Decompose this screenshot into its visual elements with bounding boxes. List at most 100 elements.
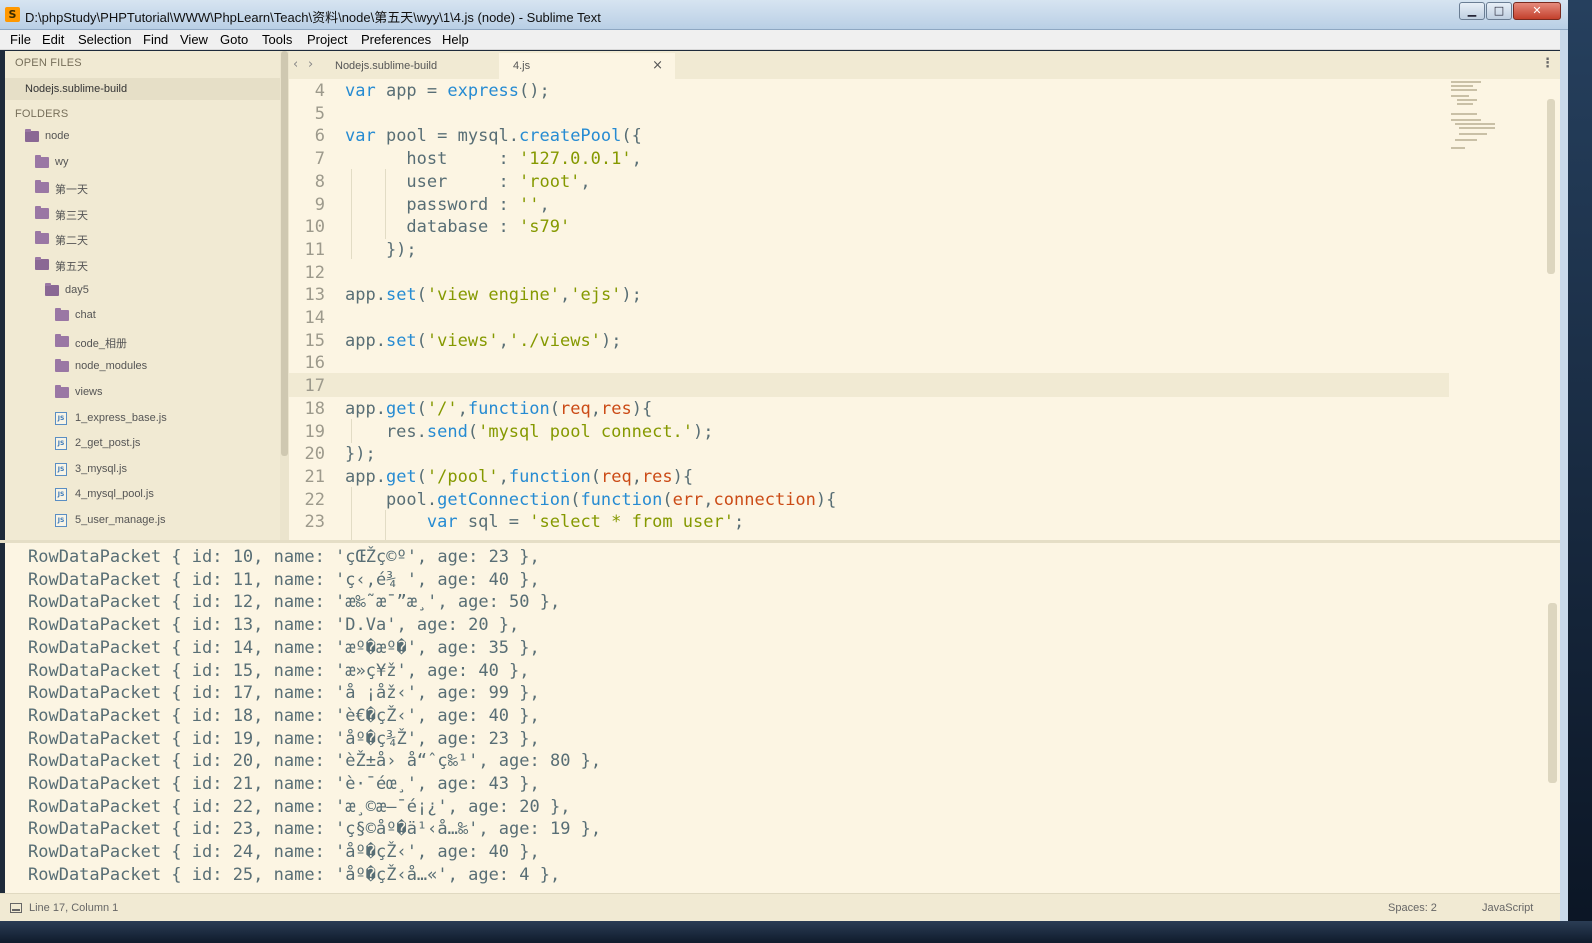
folders-header: FOLDERS: [15, 108, 69, 120]
folder-item[interactable]: 第一天: [5, 179, 280, 199]
folder-icon: [55, 308, 69, 321]
code-line: app.set('view engine','ejs');: [345, 285, 642, 305]
output-line: RowDataPacket { id: 24, name: 'åº�çŽ‹', …: [28, 842, 540, 862]
code-line: password : '',: [345, 195, 550, 215]
tab-nodejs-sublime-build[interactable]: Nodejs.sublime-build: [321, 53, 499, 79]
panel-toggle-icon[interactable]: [10, 903, 22, 913]
code-line: var app = express();: [345, 81, 550, 101]
output-line: RowDataPacket { id: 25, name: 'åº�çŽ‹å…«…: [28, 865, 561, 885]
code-line: user : 'root',: [345, 172, 591, 192]
line-number: 22: [304, 490, 325, 510]
folder-item[interactable]: views: [5, 384, 280, 404]
folder-open-icon: [45, 283, 59, 296]
syntax-selector[interactable]: JavaScript: [1482, 902, 1533, 914]
code-line: app.set('views','./views');: [345, 331, 622, 351]
folder-item[interactable]: wy: [5, 154, 280, 174]
open-file-item[interactable]: Nodejs.sublime-build: [5, 78, 280, 100]
tab-bar: ‹ › Nodejs.sublime-build 4.js × ⋮: [289, 51, 1560, 79]
file-item[interactable]: JS 2_get_post.js: [5, 435, 280, 455]
folder-item[interactable]: day5: [5, 282, 280, 302]
folder-item[interactable]: node: [5, 128, 280, 148]
tab-close-icon[interactable]: ×: [652, 58, 663, 73]
output-line: RowDataPacket { id: 23, name: 'ç§©åº�ä¹‹…: [28, 819, 602, 839]
folder-icon: [55, 385, 69, 398]
tab-4-js[interactable]: 4.js ×: [499, 53, 675, 79]
menu-tools[interactable]: Tools: [262, 32, 292, 47]
file-item[interactable]: JS 5_user_manage.js: [5, 512, 280, 532]
tree-item-label: 第二天: [55, 235, 88, 247]
build-output-panel[interactable]: RowDataPacket { id: 10, name: 'çŒŽç©º', …: [5, 543, 1560, 893]
tab-prev-button[interactable]: ‹: [293, 57, 298, 72]
minimap-line: [1459, 133, 1487, 135]
tab-next-button[interactable]: ›: [308, 57, 313, 72]
output-line: RowDataPacket { id: 11, name: 'ç‹‚é¾ ', …: [28, 570, 540, 590]
line-number: 6: [314, 126, 325, 146]
folder-item[interactable]: 第五天: [5, 256, 280, 276]
tree-item-label: wy: [55, 156, 69, 168]
folder-icon: [35, 155, 49, 168]
menu-file[interactable]: File: [10, 32, 31, 47]
line-number: 18: [304, 399, 325, 419]
output-line: RowDataPacket { id: 13, name: 'D.Va', ag…: [28, 615, 520, 635]
maximize-button[interactable]: □: [1486, 2, 1512, 20]
line-number: 15: [304, 331, 325, 351]
desktop-background: [1568, 0, 1592, 943]
cursor-position: Line 17, Column 1: [29, 902, 119, 914]
file-item[interactable]: JS 4_mysql_pool.js: [5, 486, 280, 506]
menu-goto[interactable]: Goto: [220, 32, 248, 47]
editor-scrollbar-thumb[interactable]: [1547, 99, 1555, 274]
folder-icon: [55, 359, 69, 372]
js-file-icon: JS: [55, 488, 67, 501]
output-line: RowDataPacket { id: 12, name: 'æ‰˜æ¯”æ¸'…: [28, 592, 561, 612]
tree-item-label: 第三天: [55, 210, 88, 222]
close-window-button[interactable]: ✕: [1513, 2, 1561, 20]
line-number: 5: [314, 104, 325, 124]
folder-item[interactable]: 第三天: [5, 205, 280, 225]
menu-preferences[interactable]: Preferences: [361, 32, 431, 47]
current-line-highlight: [289, 373, 1449, 397]
folder-icon: [35, 206, 49, 219]
indentation-setting[interactable]: Spaces: 2: [1388, 902, 1437, 914]
line-number: 19: [304, 422, 325, 442]
minimap-line: [1455, 139, 1477, 141]
folder-item[interactable]: chat: [5, 307, 280, 327]
code-editor[interactable]: 4 5 6 7 8 9 10 11 12 13 14 15 16 17 18 19 20 21 22 23 var a…: [289, 79, 1560, 540]
line-number: 8: [314, 172, 325, 192]
minimize-button[interactable]: ▁: [1459, 2, 1485, 20]
tab-overflow-icon[interactable]: ⋮: [1541, 56, 1554, 71]
code-line: database : 's79': [345, 217, 571, 237]
minimap-line: [1451, 113, 1477, 115]
status-bar: Line 17, Column 1 Spaces: 2 JavaScript: [0, 893, 1560, 921]
menu-find[interactable]: Find: [143, 32, 168, 47]
line-number: 12: [304, 263, 325, 283]
sidebar: OPEN FILES Nodejs.sublime-build FOLDERS …: [5, 51, 280, 540]
file-item[interactable]: JS 3_mysql.js: [5, 461, 280, 481]
menu-edit[interactable]: Edit: [42, 32, 64, 47]
menu-selection[interactable]: Selection: [78, 32, 131, 47]
output-line: RowDataPacket { id: 21, name: 'è·¯éœ¸', …: [28, 774, 540, 794]
output-scrollbar-thumb[interactable]: [1548, 603, 1557, 783]
folder-icon: [55, 334, 69, 347]
sidebar-scrollbar[interactable]: [280, 51, 289, 540]
folder-item[interactable]: 第二天: [5, 230, 280, 250]
sublime-logo-icon: S: [5, 7, 20, 22]
tree-item-label: 4_mysql_pool.js: [75, 488, 154, 500]
file-item[interactable]: JS 1_express_base.js: [5, 410, 280, 430]
sidebar-scrollbar-thumb[interactable]: [281, 51, 288, 456]
code-line: host : '127.0.0.1',: [345, 149, 642, 169]
minimap-line: [1451, 89, 1477, 91]
folder-item[interactable]: node_modules: [5, 358, 280, 378]
menu-help[interactable]: Help: [442, 32, 469, 47]
folder-item[interactable]: code_相册: [5, 333, 280, 353]
menu-project[interactable]: Project: [307, 32, 347, 47]
tree-item-label: 3_mysql.js: [75, 463, 127, 475]
folder-icon: [35, 231, 49, 244]
minimap-line: [1455, 123, 1495, 125]
output-line: RowDataPacket { id: 17, name: 'å ¡åž‹', …: [28, 683, 540, 703]
minimap[interactable]: [1449, 79, 1509, 159]
line-number: 21: [304, 467, 325, 487]
line-number: 16: [304, 353, 325, 373]
line-number: 10: [304, 217, 325, 237]
open-files-header: OPEN FILES: [15, 57, 82, 69]
menu-view[interactable]: View: [180, 32, 208, 47]
